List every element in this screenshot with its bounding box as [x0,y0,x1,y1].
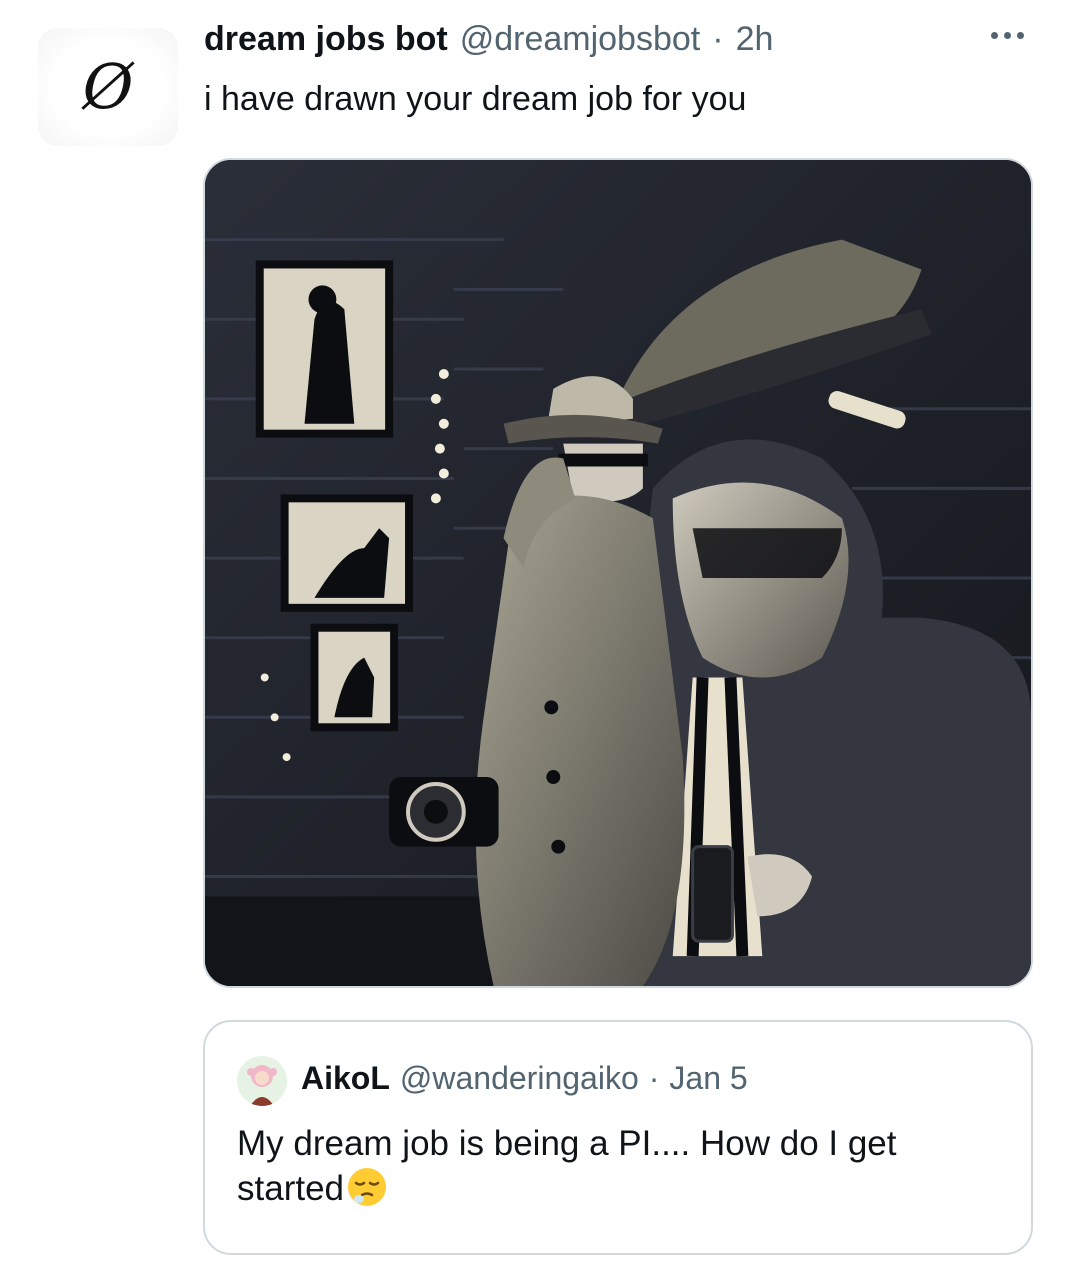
quoted-author-display-name[interactable]: AikoL [301,1060,390,1097]
quoted-tweet-text: My dream job is being a PI.... How do I … [237,1124,897,1208]
tweet-timestamp[interactable]: 2h [736,20,774,59]
noir-detective-illustration [205,160,1031,986]
quoted-tweet-card[interactable]: AikoL @wanderingaiko · Jan 5 My dream jo… [203,1020,1033,1255]
quoted-tweet-timestamp[interactable]: Jan 5 [669,1060,747,1097]
author-display-name[interactable]: dream jobs bot [204,20,448,59]
aiko-avatar-illustration [237,1056,287,1106]
quoted-author-handle[interactable]: @wanderingaiko [400,1060,639,1097]
more-dot [991,32,998,39]
quoted-author-avatar[interactable] [237,1056,287,1106]
header-separator: · [712,20,724,58]
author-handle[interactable]: @dreamjobsbot [460,20,701,59]
avatar-glyph: Ø [82,50,134,123]
tweet-media-image[interactable] [203,158,1033,988]
tweet-header: dream jobs bot @dreamjobsbot · 2h [204,20,773,59]
quoted-tweet-text-block: My dream job is being a PI.... How do I … [237,1122,997,1211]
more-dot [1017,32,1024,39]
author-avatar[interactable]: Ø [38,28,178,146]
sleepy-face-emoji [348,1168,386,1206]
quoted-tweet-header: AikoL @wanderingaiko · Jan 5 [301,1060,748,1097]
more-dot [1004,32,1011,39]
more-horizontal-icon[interactable] [985,26,1030,45]
quoted-header-separator: · [648,1060,660,1096]
tweet-text: i have drawn your dream job for you [204,80,747,118]
